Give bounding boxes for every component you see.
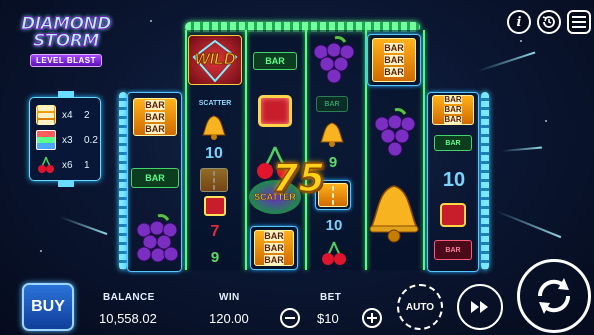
history-icon <box>542 16 555 28</box>
paytable-multiplier: x4 <box>62 109 73 121</box>
fast-forward-icon <box>471 301 488 313</box>
info-icon: i <box>516 14 522 30</box>
background-star <box>520 40 522 42</box>
turbo-button[interactable] <box>457 284 503 330</box>
balance-label: BALANCE <box>103 292 155 303</box>
game-logo: DIAMOND STORM LEVEL BLAST <box>18 15 114 78</box>
grapes-symbol <box>136 214 179 263</box>
ruby-symbol <box>258 95 292 127</box>
background-star <box>40 250 42 252</box>
wild-symbol: WILD <box>188 35 242 85</box>
autoplay-button[interactable]: AUTO <box>397 284 443 330</box>
nine-symbol: 9 <box>328 153 338 171</box>
triple-bar-symbol: BAR BAR BAR <box>372 38 416 82</box>
paytable-multiplier: x3 <box>62 134 73 146</box>
bell-symbol <box>369 185 419 243</box>
background-streak <box>495 210 562 239</box>
background-star <box>150 20 152 22</box>
logo-line-2: STORM <box>33 31 100 51</box>
spin-button[interactable] <box>517 259 591 333</box>
paytable-panel: x4 2 x3 0.2 x6 1 <box>29 91 101 187</box>
win-label: WIN <box>219 292 240 303</box>
paytable-payout: 0.2 <box>84 134 98 146</box>
triple-bar-symbol: BAR BAR BAR <box>432 95 474 125</box>
menu-button[interactable] <box>567 10 591 34</box>
win-amount-overlay: 75 <box>271 155 325 201</box>
background-streak <box>477 51 536 72</box>
ruby-symbol <box>204 196 226 216</box>
ten-symbol: 10 <box>205 145 223 162</box>
reel-divider <box>245 30 247 270</box>
bet-label: BET <box>320 292 342 303</box>
bar-symbol: BAR <box>316 96 348 112</box>
paytable-row: x3 0.2 <box>36 129 98 151</box>
reel-divider <box>423 30 425 270</box>
triple-bar-symbol <box>200 168 228 192</box>
menu-icon <box>572 16 586 28</box>
balance-value: 10,558.02 <box>99 311 157 326</box>
grapes-symbol <box>313 36 355 84</box>
wild-label: WILD <box>194 51 236 69</box>
bottom-hud <box>0 280 594 335</box>
bar-symbol: BAR <box>253 52 297 70</box>
buy-label: BUY <box>31 298 65 315</box>
paytable-row: x6 1 <box>36 154 90 176</box>
background-streak <box>59 216 108 236</box>
history-button[interactable] <box>537 10 561 34</box>
scatter-symbol: SCATTER <box>198 99 232 107</box>
background-star <box>545 120 547 122</box>
bell-symbol <box>202 115 226 140</box>
paytable-cap-bottom <box>58 181 74 187</box>
paytable-multiplier: x6 <box>62 159 73 171</box>
triple-bar-symbol: BAR BAR BAR <box>254 230 294 266</box>
ruby-symbol <box>440 203 466 227</box>
cherries-symbol <box>322 241 346 265</box>
triple-bar-icon <box>36 105 56 125</box>
info-button[interactable]: i <box>507 10 531 34</box>
nine-symbol: 9 <box>210 248 220 266</box>
logo-line-3: LEVEL BLAST <box>29 54 103 67</box>
colored-bar-icon <box>36 130 56 150</box>
bell-symbol <box>320 122 344 147</box>
reel-side-bar-right <box>481 92 489 270</box>
background-streak <box>501 146 542 152</box>
seven-symbol: 7 <box>210 223 220 240</box>
reel-divider <box>185 30 187 270</box>
win-value: 120.00 <box>209 311 249 326</box>
grapes-symbol <box>374 108 416 157</box>
ten-symbol: 10 <box>442 168 466 191</box>
bet-decrease-button[interactable] <box>280 308 300 328</box>
bet-increase-button[interactable] <box>362 308 382 328</box>
paytable-payout: 2 <box>84 109 90 121</box>
triple-bar-symbol: BAR BAR BAR <box>133 98 177 136</box>
ten-symbol: 10 <box>325 216 343 234</box>
bet-value: $10 <box>317 311 339 326</box>
reel-side-bar-left <box>119 92 127 270</box>
paytable-cap-top <box>58 91 74 97</box>
buy-feature-button[interactable]: BUY <box>22 283 74 331</box>
red-bar-symbol: BAR <box>434 240 472 260</box>
minus-icon <box>285 317 295 319</box>
bar-symbol: BAR <box>434 135 472 151</box>
paytable-payout: 1 <box>84 159 90 171</box>
bar-symbol: BAR <box>131 168 179 188</box>
spin-arrows-icon <box>537 278 571 314</box>
auto-label: AUTO <box>405 301 435 313</box>
plus-icon <box>367 313 377 323</box>
cherries-icon <box>38 156 54 173</box>
paytable-row: x4 2 <box>36 104 90 126</box>
